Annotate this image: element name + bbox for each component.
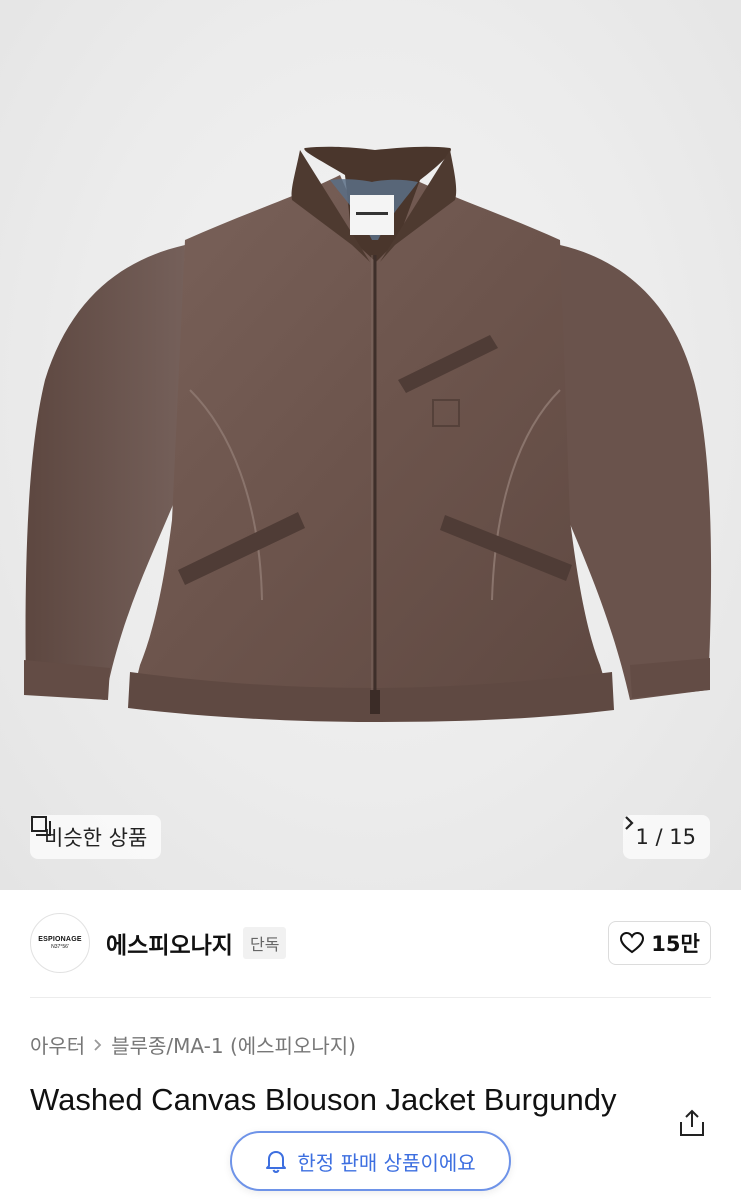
breadcrumb: 아우터 블루종/MA-1 (에스피오나지) <box>30 1030 356 1059</box>
heart-icon <box>620 931 645 954</box>
jacket-image <box>24 146 712 722</box>
exclusive-badge: 단독 <box>242 927 287 959</box>
similar-products-label: 비슷한 상품 <box>44 826 148 850</box>
like-button[interactable]: 15만 <box>608 921 711 965</box>
chevron-right-icon <box>625 816 635 830</box>
brand-logo[interactable]: ESPIONAGE N37°56' <box>30 913 90 973</box>
limited-sale-label: 한정 판매 상품이에요 <box>297 1150 476 1175</box>
similar-products-button[interactable]: 비슷한 상품 <box>30 815 162 859</box>
breadcrumb-level2[interactable]: 블루종/MA-1 (에스피오나지) <box>111 1030 356 1059</box>
breadcrumb-level1[interactable]: 아우터 <box>30 1030 85 1059</box>
gallery-counter-button[interactable]: 1 / 15 <box>623 815 710 859</box>
brand-logo-line2: N37°56' <box>51 944 69 950</box>
product-title: Washed Canvas Blouson Jacket Burgundy <box>30 1082 617 1117</box>
brand-row: ESPIONAGE N37°56' 에스피오나지 단독 15만 <box>30 912 711 974</box>
product-image-gallery[interactable]: 비슷한 상품 1 / 15 <box>0 0 741 890</box>
gallery-counter-label: 1 / 15 <box>635 825 696 849</box>
chevron-right-icon <box>94 1038 102 1051</box>
share-icon[interactable] <box>678 1108 706 1138</box>
divider <box>30 997 711 998</box>
similar-products-icon <box>31 816 51 836</box>
brand-name-link[interactable]: 에스피오나지 <box>106 926 233 960</box>
brand-logo-line1: ESPIONAGE <box>38 936 82 943</box>
limited-sale-notice-button[interactable]: 한정 판매 상품이에요 <box>230 1131 511 1191</box>
bell-icon <box>266 1151 287 1173</box>
like-count: 15만 <box>651 932 700 956</box>
